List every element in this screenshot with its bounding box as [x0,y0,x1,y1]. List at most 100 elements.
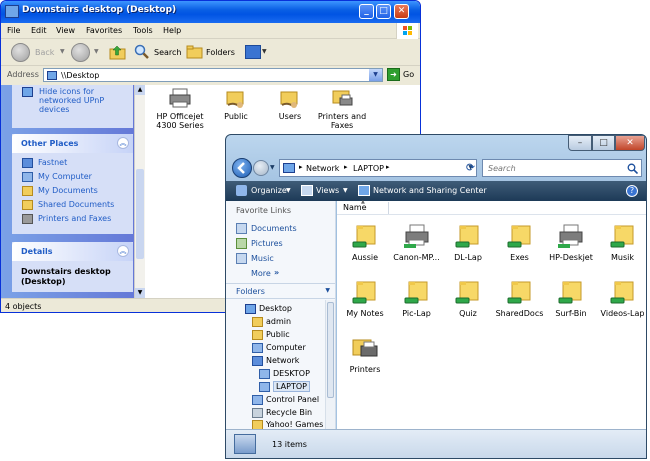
search-button[interactable]: Search [154,48,181,57]
folder-up-icon[interactable] [109,44,126,61]
tree-label: DESKTOP [273,369,310,378]
item-hp-officejet[interactable]: HP Officejet 4300 Series [151,87,209,130]
folders-icon[interactable] [186,44,203,60]
share-item[interactable]: HP-Deskjet [545,223,597,262]
chevron-down-icon[interactable]: ▼ [94,48,99,55]
breadcrumb-network[interactable]: Network [306,164,339,173]
refresh-icon[interactable]: ⟳ [464,161,477,175]
xp-title-bar[interactable]: Downstairs desktop (Desktop) _ □ ✕ [1,1,420,23]
computer-icon [259,369,270,379]
close-button[interactable]: ✕ [394,4,409,19]
shared-folder-icon [610,281,633,304]
network-center-icon [358,185,370,196]
folders-header[interactable]: Folders ▼ [226,283,335,299]
tree-label: Yahoo! Games [266,420,324,429]
share-item[interactable]: Videos-Lap [597,279,647,318]
vista-title-bar[interactable]: – □ ✕ [226,135,646,155]
printer-icon [22,214,33,224]
chevron-right-icon[interactable]: ▸ [386,163,390,171]
item-printers-faxes[interactable]: Printers and Faxes [313,87,371,130]
share-item[interactable]: Pic-Lap [391,279,443,318]
chevron-right-icon[interactable]: ▸ [299,163,303,171]
share-item[interactable]: Surf-Bin [545,279,597,318]
views-icon[interactable] [245,45,261,59]
chevron-down-icon[interactable]: ▼ [270,164,275,171]
search-input[interactable]: Search [482,159,642,177]
scrollbar-thumb[interactable] [327,302,334,398]
back-button[interactable]: Back [35,48,54,57]
help-icon[interactable]: ? [626,185,638,197]
share-item[interactable]: DL-Lap [442,223,494,262]
chevron-down-icon[interactable]: ▼ [369,69,382,81]
menu-file[interactable]: File [7,26,20,35]
details-header[interactable]: Details ︽ [12,242,133,261]
chevron-right-icon[interactable]: ▸ [344,163,348,171]
menu-favorites[interactable]: Favorites [86,26,122,35]
chevron-down-icon[interactable]: ▼ [60,48,65,55]
back-arrow-icon[interactable] [11,43,30,62]
task-pane-scrollbar[interactable]: ▲ ▼ [134,85,145,298]
computer-icon [22,172,33,182]
shared-folder-icon [455,281,479,304]
breadcrumb-address-bar[interactable]: ▸ Network ▸ LAPTOP ▸ ▼ [279,159,477,177]
share-item[interactable]: Canon-MP... [391,223,443,262]
minimize-button[interactable]: _ [359,4,374,19]
shared-folder-icon [455,225,479,248]
folder-icon [22,186,33,196]
minimize-button[interactable]: – [568,135,592,151]
share-item[interactable]: Aussie [339,223,391,262]
tree-label: Recycle Bin [266,408,313,417]
forward-arrow-icon[interactable] [253,160,269,176]
share-item-label: Printers [349,365,381,374]
breadcrumb-laptop[interactable]: LAPTOP [353,164,384,173]
scroll-down-icon[interactable]: ▼ [135,288,145,298]
laptop-icon [234,434,256,454]
menu-tools[interactable]: Tools [133,26,153,35]
shared-folder-icon [352,281,376,304]
share-item[interactable]: Printers [339,335,391,374]
share-item[interactable]: Musik [597,223,647,262]
menu-help[interactable]: Help [163,26,181,35]
share-item[interactable]: My Notes [339,279,391,318]
views-button[interactable]: Views [316,186,339,195]
chevron-down-icon[interactable]: ▼ [343,187,348,194]
other-places-header[interactable]: Other Places ︽ [12,134,133,153]
maximize-button[interactable]: □ [592,135,615,151]
menu-edit[interactable]: Edit [31,26,47,35]
forward-arrow-icon[interactable] [71,43,90,62]
organize-button[interactable]: Organize [251,186,287,195]
tree-scrollbar[interactable] [325,300,335,429]
back-arrow-icon[interactable] [232,158,252,178]
shared-folder-icon [226,91,244,108]
folders-button[interactable]: Folders [206,48,235,57]
share-item[interactable]: SharedDocs [494,279,546,318]
network-sharing-center-button[interactable]: Network and Sharing Center [373,186,487,195]
search-icon[interactable] [134,44,150,60]
chevron-down-icon[interactable]: ▼ [286,187,291,194]
maximize-button[interactable]: □ [376,4,391,19]
share-item[interactable]: Quiz [442,279,494,318]
search-icon[interactable] [627,163,638,174]
item-public[interactable]: Public [207,87,265,121]
chevron-up-icon[interactable]: ︽ [117,137,129,149]
other-places-title: Other Places [21,139,79,148]
control-panel-icon [252,395,263,405]
scrollbar-thumb[interactable] [136,169,144,259]
chevron-down-icon[interactable]: ▼ [262,48,267,55]
close-button[interactable]: ✕ [615,135,645,151]
menu-view[interactable]: View [56,26,75,35]
item-count: 13 items [272,440,307,449]
xp-task-pane: Hide icons for networked UPnP devices Ot… [1,85,145,298]
hide-upnp-icons-link[interactable]: Hide icons for networked UPnP devices [39,87,129,114]
share-item-label: Aussie [351,253,379,262]
details-panel: Details ︽ Downstairs desktop (Desktop) [12,242,133,292]
go-button[interactable]: ➜ Go [387,68,418,82]
address-input[interactable]: \\Desktop ▼ [43,68,383,82]
tree-label: admin [266,317,292,326]
scroll-up-icon[interactable]: ▲ [135,85,145,95]
share-item-label: Videos-Lap [600,309,645,318]
vista-details-pane: 13 items [226,429,646,458]
item-users[interactable]: Users [261,87,319,121]
chevron-up-icon[interactable]: ︽ [117,245,129,257]
share-item[interactable]: Exes [494,223,546,262]
